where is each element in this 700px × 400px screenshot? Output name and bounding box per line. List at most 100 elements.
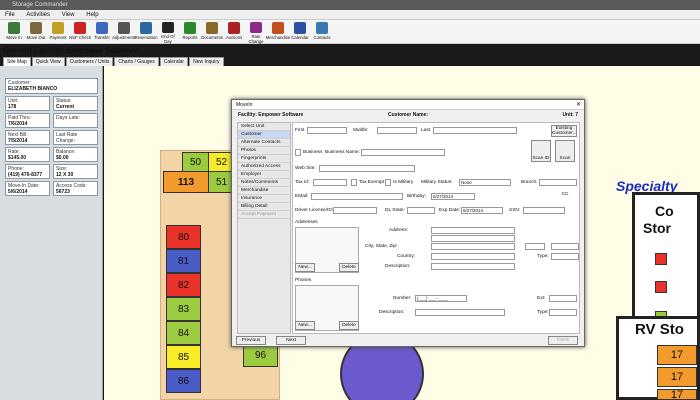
ssn-label: SSN: xyxy=(509,208,521,213)
rv-unit-1[interactable]: 17 xyxy=(657,345,697,365)
toolbar-button-4[interactable]: Transfer xyxy=(91,20,113,44)
tax-id-input[interactable] xyxy=(313,179,347,186)
menu-help[interactable]: Help xyxy=(81,10,103,20)
menu-file[interactable]: File xyxy=(0,10,20,20)
transfer-icon xyxy=(96,22,108,34)
dialog-menu-item-3[interactable]: Photos xyxy=(238,147,290,155)
country-input[interactable] xyxy=(431,253,515,260)
last-input[interactable] xyxy=(433,127,517,134)
business-checkbox[interactable] xyxy=(295,149,301,156)
specialty-unit-1[interactable] xyxy=(655,253,667,265)
city-input[interactable] xyxy=(431,243,515,250)
tab-new-inquiry[interactable]: New Inquiry xyxy=(189,57,224,66)
days-late-field: Days Late: xyxy=(53,113,98,128)
unit-82[interactable]: 82 xyxy=(166,273,201,297)
address-input-2[interactable] xyxy=(431,235,515,242)
specialty-unit-2[interactable] xyxy=(655,281,667,293)
first-input[interactable] xyxy=(307,127,347,134)
toolbar-button-12[interactable]: Merchandise xyxy=(266,20,290,44)
toolbar-button-14[interactable]: Contacts xyxy=(311,20,333,44)
tax-exempt-checkbox[interactable] xyxy=(351,179,357,186)
dialog-menu-item-0[interactable]: Select Unit xyxy=(238,123,290,131)
unit-85[interactable]: 85 xyxy=(166,345,201,369)
toolbar-button-9[interactable]: Documents xyxy=(201,20,223,44)
unit-83[interactable]: 83 xyxy=(166,297,201,321)
birthday-picker[interactable]: 6/27/2014 xyxy=(431,193,475,200)
state-input[interactable] xyxy=(525,243,545,250)
last-label: Last xyxy=(421,128,431,133)
previous-button[interactable]: Previous xyxy=(236,336,266,345)
dialog-menu-item-5[interactable]: Authorized Access xyxy=(238,163,290,171)
dialog-menu-item-1[interactable]: Customer xyxy=(238,131,290,139)
toolbar-button-10[interactable]: Auctions xyxy=(223,20,245,44)
address-new-button[interactable]: New... xyxy=(295,263,315,272)
unit-84[interactable]: 84 xyxy=(166,321,201,345)
address-input-1[interactable] xyxy=(431,227,515,234)
balance-value: $0.00 xyxy=(56,155,69,161)
tab-customers-units[interactable]: Customers / Units xyxy=(65,57,114,66)
phone-description-input[interactable] xyxy=(415,309,505,316)
zip-input[interactable] xyxy=(551,243,579,250)
ext-input[interactable] xyxy=(549,295,577,302)
menu-view[interactable]: View xyxy=(57,10,80,20)
exp-date-picker[interactable]: 6/27/2014 xyxy=(461,207,503,214)
phone-new-button[interactable]: New... xyxy=(295,321,315,330)
unit-81[interactable]: 81 xyxy=(166,249,201,273)
toolbar-button-5[interactable]: Adjustments xyxy=(112,20,136,44)
address-description-input[interactable] xyxy=(431,263,515,270)
dialog-menu-item-7[interactable]: Notes/Comments xyxy=(238,179,290,187)
next-button[interactable]: Next xyxy=(276,336,306,345)
ssn-input[interactable] xyxy=(523,207,565,214)
tab-charts-gauges[interactable]: Charts / Gauges xyxy=(114,57,159,66)
military-status-select[interactable]: None xyxy=(459,179,511,186)
address-delete-button[interactable]: Delete xyxy=(339,263,359,272)
dialog-menu-item-4[interactable]: Fingerprints xyxy=(238,155,290,163)
toolbar-label: Calendar xyxy=(291,35,309,40)
scan-id-button[interactable]: Scan ID xyxy=(531,140,551,162)
dialog-menu-item-2[interactable]: Alternate Contacts xyxy=(238,139,290,147)
toolbar-button-3[interactable]: NSF Check xyxy=(69,20,91,44)
dialog-menu-item-10[interactable]: Billing Detail xyxy=(238,203,290,211)
driver-license-input[interactable] xyxy=(333,207,377,214)
phone-number-input[interactable]: (___) ___-____ xyxy=(415,295,467,302)
toolbar-button-11[interactable]: Rate Change xyxy=(245,20,267,44)
branch-input[interactable] xyxy=(539,179,577,186)
toolbar-button-0[interactable]: Move In xyxy=(3,20,25,44)
menu-activities[interactable]: Activities xyxy=(21,10,55,20)
toolbar-button-13[interactable]: Calendar xyxy=(289,20,311,44)
toolbar-button-6[interactable]: Reservation xyxy=(135,20,157,44)
dialog-menu-item-11[interactable]: Accept Payment xyxy=(238,211,290,219)
dialog-facility: Facility: Empower Software xyxy=(238,112,304,118)
business-label: Business xyxy=(303,150,323,155)
toolbar-button-7[interactable]: End Of Day xyxy=(157,20,179,44)
dialog-menu-item-8[interactable]: Merchandise xyxy=(238,187,290,195)
toolbar-button-1[interactable]: Move Out xyxy=(25,20,47,44)
dialog-menu-item-9[interactable]: Insurance xyxy=(238,195,290,203)
unit-80[interactable]: 80 xyxy=(166,225,201,249)
specialty-sub2: Stor xyxy=(643,220,671,236)
finish-button[interactable]: Finish xyxy=(548,336,578,345)
military-checkbox[interactable] xyxy=(385,179,391,186)
tab-quick-view[interactable]: Quick View xyxy=(31,57,65,66)
phone-delete-button[interactable]: Delete xyxy=(339,321,359,330)
dialog-menu-item-6[interactable]: Employer xyxy=(238,171,290,179)
tab-site-map[interactable]: Site Map xyxy=(3,57,31,66)
tab-calendar[interactable]: Calendar xyxy=(159,57,189,66)
rv-unit-3[interactable]: 17 xyxy=(657,389,697,400)
close-icon[interactable]: ✕ xyxy=(576,100,581,110)
unit-50[interactable]: 50 xyxy=(182,152,209,172)
website-input[interactable] xyxy=(319,165,415,172)
email-input[interactable] xyxy=(311,193,403,200)
unit-86[interactable]: 86 xyxy=(166,369,201,393)
existing-customer-button[interactable]: Existing Customer... xyxy=(551,125,577,137)
rv-unit-2[interactable]: 17 xyxy=(657,367,697,387)
phone-type-select[interactable] xyxy=(549,309,577,316)
business-name-input[interactable] xyxy=(361,149,445,156)
unit-113[interactable]: 113 xyxy=(163,171,209,193)
middle-input[interactable] xyxy=(377,127,417,134)
toolbar-button-2[interactable]: Payment xyxy=(47,20,69,44)
dl-state-input[interactable] xyxy=(407,207,435,214)
toolbar-button-8[interactable]: Reports xyxy=(179,20,201,44)
address-type-select[interactable] xyxy=(551,253,579,260)
scan-cc-button[interactable]: Scan CC xyxy=(555,140,575,197)
